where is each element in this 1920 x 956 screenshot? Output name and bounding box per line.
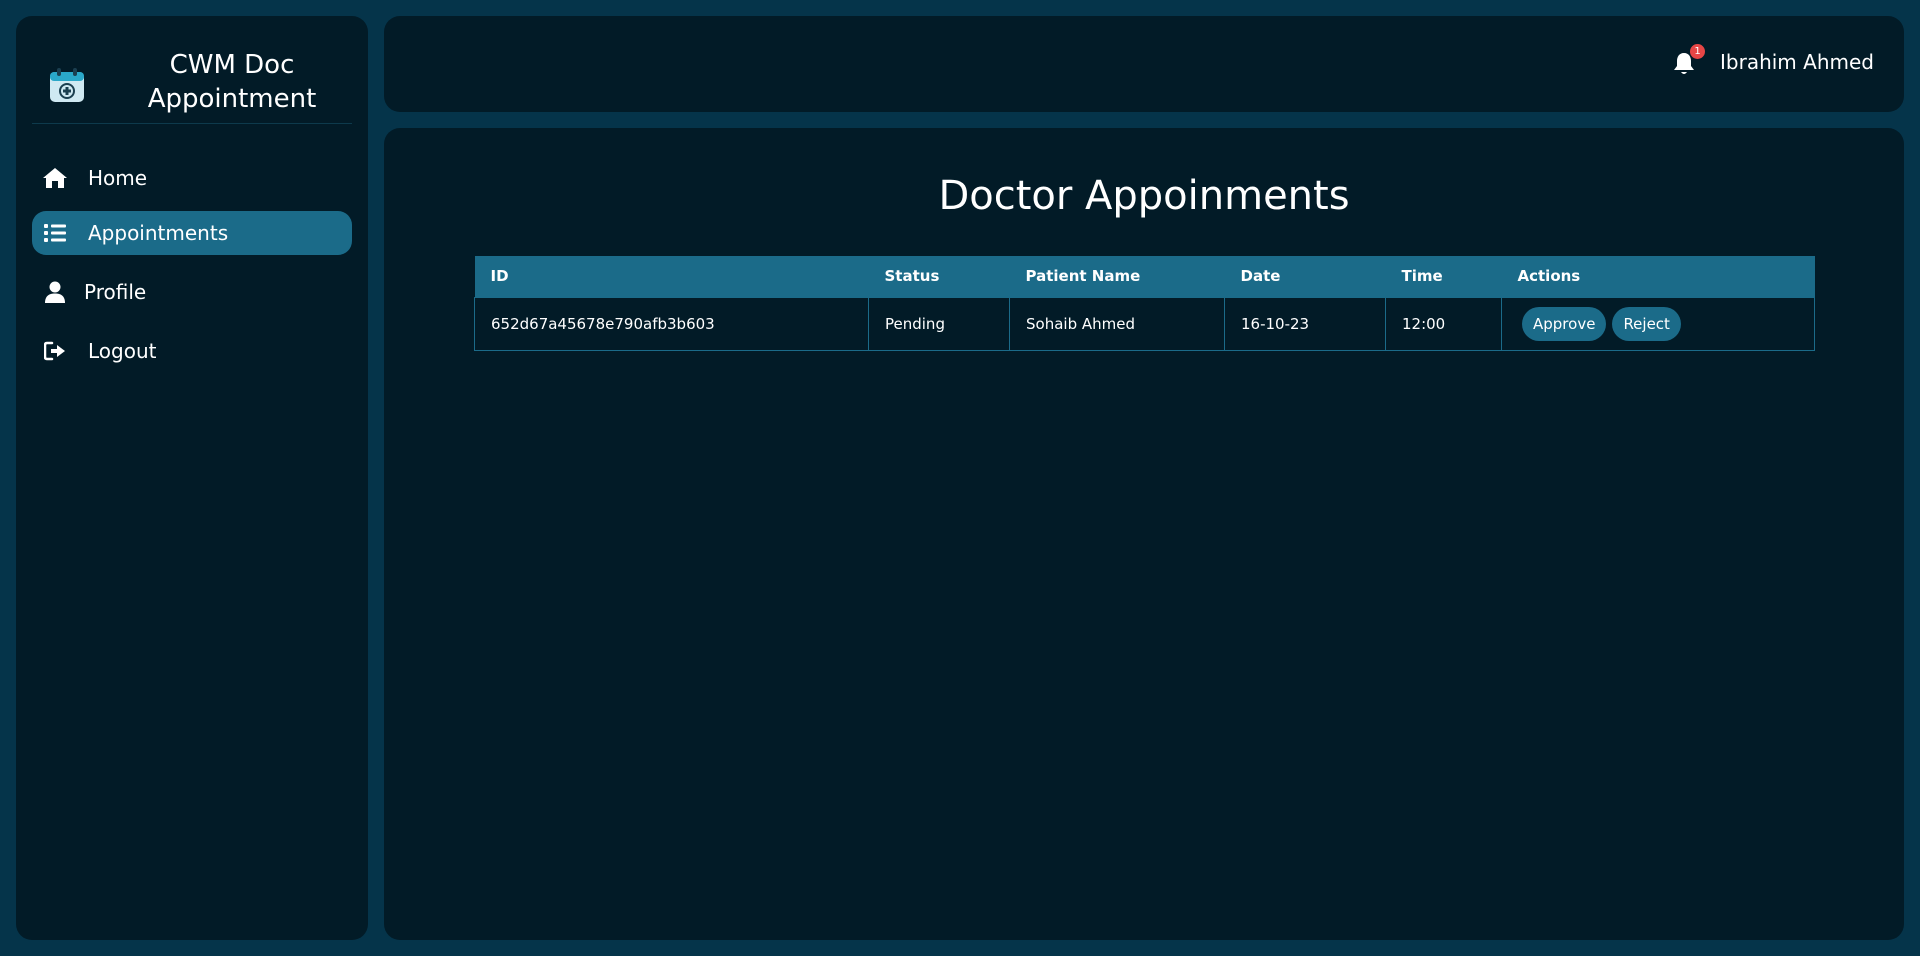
brand-divider [32,123,352,124]
sidebar-item-logout[interactable]: Logout [32,329,352,373]
main-panel: Doctor Appoinments ID Status Patient Nam… [384,128,1904,940]
table-row: 652d67a45678e790afb3b603 Pending Sohaib … [474,296,1815,351]
column-header-time: Time [1385,256,1502,297]
list-icon [42,220,68,246]
cell-id: 652d67a45678e790afb3b603 [474,296,869,351]
sidebar-item-profile[interactable]: Profile [32,270,352,314]
cell-actions: Approve Reject [1501,296,1815,351]
sidebar-item-label: Logout [88,339,157,363]
appointments-table: ID Status Patient Name Date Time Actions… [474,256,1815,351]
sidebar-item-label: Appointments [88,221,229,245]
column-header-date: Date [1224,256,1386,297]
brand-title: CWM Doc Appointment [120,48,344,116]
brand[interactable]: CWM Doc Appointment [32,30,352,124]
sidebar-menu: Home Appointments Profile Logout [32,156,352,388]
brand-line-1: CWM Doc [169,50,295,80]
column-header-id: ID [474,256,869,297]
logout-icon [42,338,68,364]
approve-button[interactable]: Approve [1522,306,1607,341]
column-header-patient-name: Patient Name [1009,256,1225,297]
sidebar-item-home[interactable]: Home [32,156,352,200]
top-bar: 1 Ibrahim Ahmed [384,16,1904,112]
page-title: Doctor Appoinments [938,173,1350,219]
home-icon [42,165,68,191]
cell-patient-name: Sohaib Ahmed [1009,296,1225,351]
reject-button[interactable]: Reject [1612,306,1681,341]
sidebar-item-label: Profile [84,280,147,304]
column-header-status: Status [868,256,1010,297]
column-header-actions: Actions [1501,256,1815,297]
user-name[interactable]: Ibrahim Ahmed [1720,50,1874,74]
sidebar-item-appointments[interactable]: Appointments [32,211,352,255]
calendar-medical-icon [48,66,86,104]
cell-time: 12:00 [1385,296,1502,351]
notification-badge: 1 [1690,44,1705,59]
notification-button[interactable]: 1 [1673,44,1705,80]
cell-status: Pending [868,296,1010,351]
sidebar-item-label: Home [88,166,148,190]
cell-date: 16-10-23 [1224,296,1386,351]
user-icon [42,279,68,305]
table-header-row: ID Status Patient Name Date Time Actions [474,256,1815,297]
brand-line-2: Appointment [147,84,317,114]
sidebar: CWM Doc Appointment Home Appointments Pr… [16,16,368,940]
